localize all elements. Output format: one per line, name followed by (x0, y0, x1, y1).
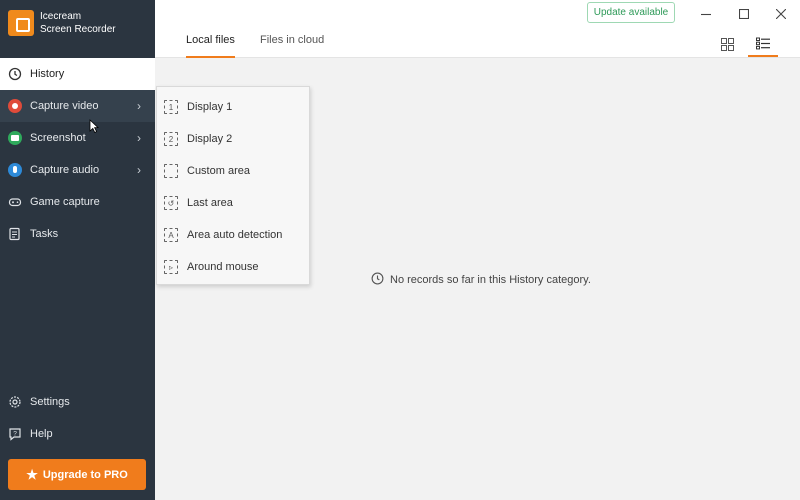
list-view-icon (756, 37, 770, 50)
sidebar-item-label: Capture audio (30, 164, 100, 176)
sidebar-item-capture-video[interactable]: Capture video › (0, 90, 155, 122)
gamepad-icon (8, 195, 22, 209)
sidebar-item-help[interactable]: ? Help (0, 418, 155, 450)
grid-view-button[interactable] (712, 32, 742, 57)
sidebar-item-screenshot[interactable]: Screenshot › (0, 122, 155, 154)
minimize-icon (701, 13, 711, 16)
sidebar-item-settings[interactable]: Settings (0, 386, 155, 418)
sidebar-item-label: Help (30, 428, 53, 440)
clock-icon (371, 272, 384, 288)
submenu-item-label: Display 2 (187, 133, 233, 145)
sidebar-item-label: Capture video (30, 100, 99, 112)
microphone-icon (8, 163, 22, 177)
area-auto-detection-icon: A (164, 228, 178, 242)
sidebar-item-label: History (30, 68, 65, 80)
tab-local-files[interactable]: Local files (186, 34, 235, 58)
empty-message: No records so far in this History catego… (390, 274, 591, 286)
sidebar-menu: History Capture video › Screenshot › Cap… (0, 58, 155, 250)
app-name-line2: Screen Recorder (40, 24, 116, 35)
help-icon: ? (8, 427, 22, 441)
sidebar-item-game-capture[interactable]: Game capture (0, 186, 155, 218)
chevron-right-icon: › (137, 99, 141, 113)
submenu-item-label: Around mouse (187, 261, 259, 273)
close-icon (776, 9, 786, 19)
upgrade-label: Upgrade to PRO (42, 468, 128, 481)
maximize-button[interactable] (733, 4, 755, 24)
sidebar-item-label: Game capture (30, 196, 100, 208)
submenu-item-label: Area auto detection (187, 229, 283, 241)
submenu-item-area-auto-detection[interactable]: A Area auto detection (157, 219, 309, 251)
submenu-item-label: Custom area (187, 165, 250, 177)
upgrade-button[interactable]: ★ Upgrade to PRO (8, 459, 146, 490)
maximize-icon (739, 9, 749, 19)
camera-icon (8, 131, 22, 145)
list-view-button[interactable] (748, 32, 778, 57)
mouse-cursor-icon (89, 119, 99, 133)
sidebar-item-label: Tasks (30, 228, 59, 240)
sidebar-item-label: Screenshot (30, 132, 86, 144)
submenu-item-display-1[interactable]: 1 Display 1 (157, 91, 309, 123)
sidebar-item-capture-audio[interactable]: Capture audio › (0, 154, 155, 186)
display-1-icon: 1 (164, 100, 178, 114)
sidebar: Icecream Screen Recorder History Capture… (0, 0, 155, 500)
update-available-button[interactable]: Update available (587, 2, 675, 23)
chevron-right-icon: › (137, 163, 141, 177)
logo-icon (8, 10, 34, 36)
chevron-right-icon: › (137, 131, 141, 145)
custom-area-icon (164, 164, 178, 178)
tasks-icon (8, 227, 22, 241)
grid-view-icon (720, 38, 734, 51)
sidebar-item-tasks[interactable]: Tasks (0, 218, 155, 250)
capture-video-submenu: 1 Display 1 2 Display 2 Custom area ↺ La… (156, 86, 310, 285)
display-2-icon: 2 (164, 132, 178, 146)
around-mouse-icon: ▹ (164, 260, 178, 274)
submenu-item-label: Display 1 (187, 101, 233, 113)
submenu-item-around-mouse[interactable]: ▹ Around mouse (157, 251, 309, 283)
sidebar-bottom-menu: Settings ? Help (0, 386, 155, 450)
svg-text:?: ? (13, 431, 17, 438)
app-name-line1: Icecream (40, 11, 82, 22)
app-logo: Icecream Screen Recorder (8, 10, 116, 36)
submenu-item-label: Last area (187, 197, 233, 209)
close-button[interactable] (770, 4, 792, 24)
minimize-button[interactable] (695, 4, 717, 24)
submenu-item-last-area[interactable]: ↺ Last area (157, 187, 309, 219)
last-area-icon: ↺ (164, 196, 178, 210)
gear-icon (8, 395, 22, 409)
submenu-item-display-2[interactable]: 2 Display 2 (157, 123, 309, 155)
app-name: Icecream Screen Recorder (40, 10, 116, 36)
star-icon: ★ (26, 466, 38, 482)
record-icon (8, 99, 22, 113)
clock-icon (8, 67, 22, 81)
tab-files-in-cloud[interactable]: Files in cloud (260, 34, 324, 58)
empty-state: No records so far in this History catego… (371, 272, 591, 288)
sidebar-item-history[interactable]: History (0, 58, 155, 90)
sidebar-item-label: Settings (30, 396, 70, 408)
top-bar: Update available Local files Files in cl… (155, 0, 800, 58)
submenu-item-custom-area[interactable]: Custom area (157, 155, 309, 187)
